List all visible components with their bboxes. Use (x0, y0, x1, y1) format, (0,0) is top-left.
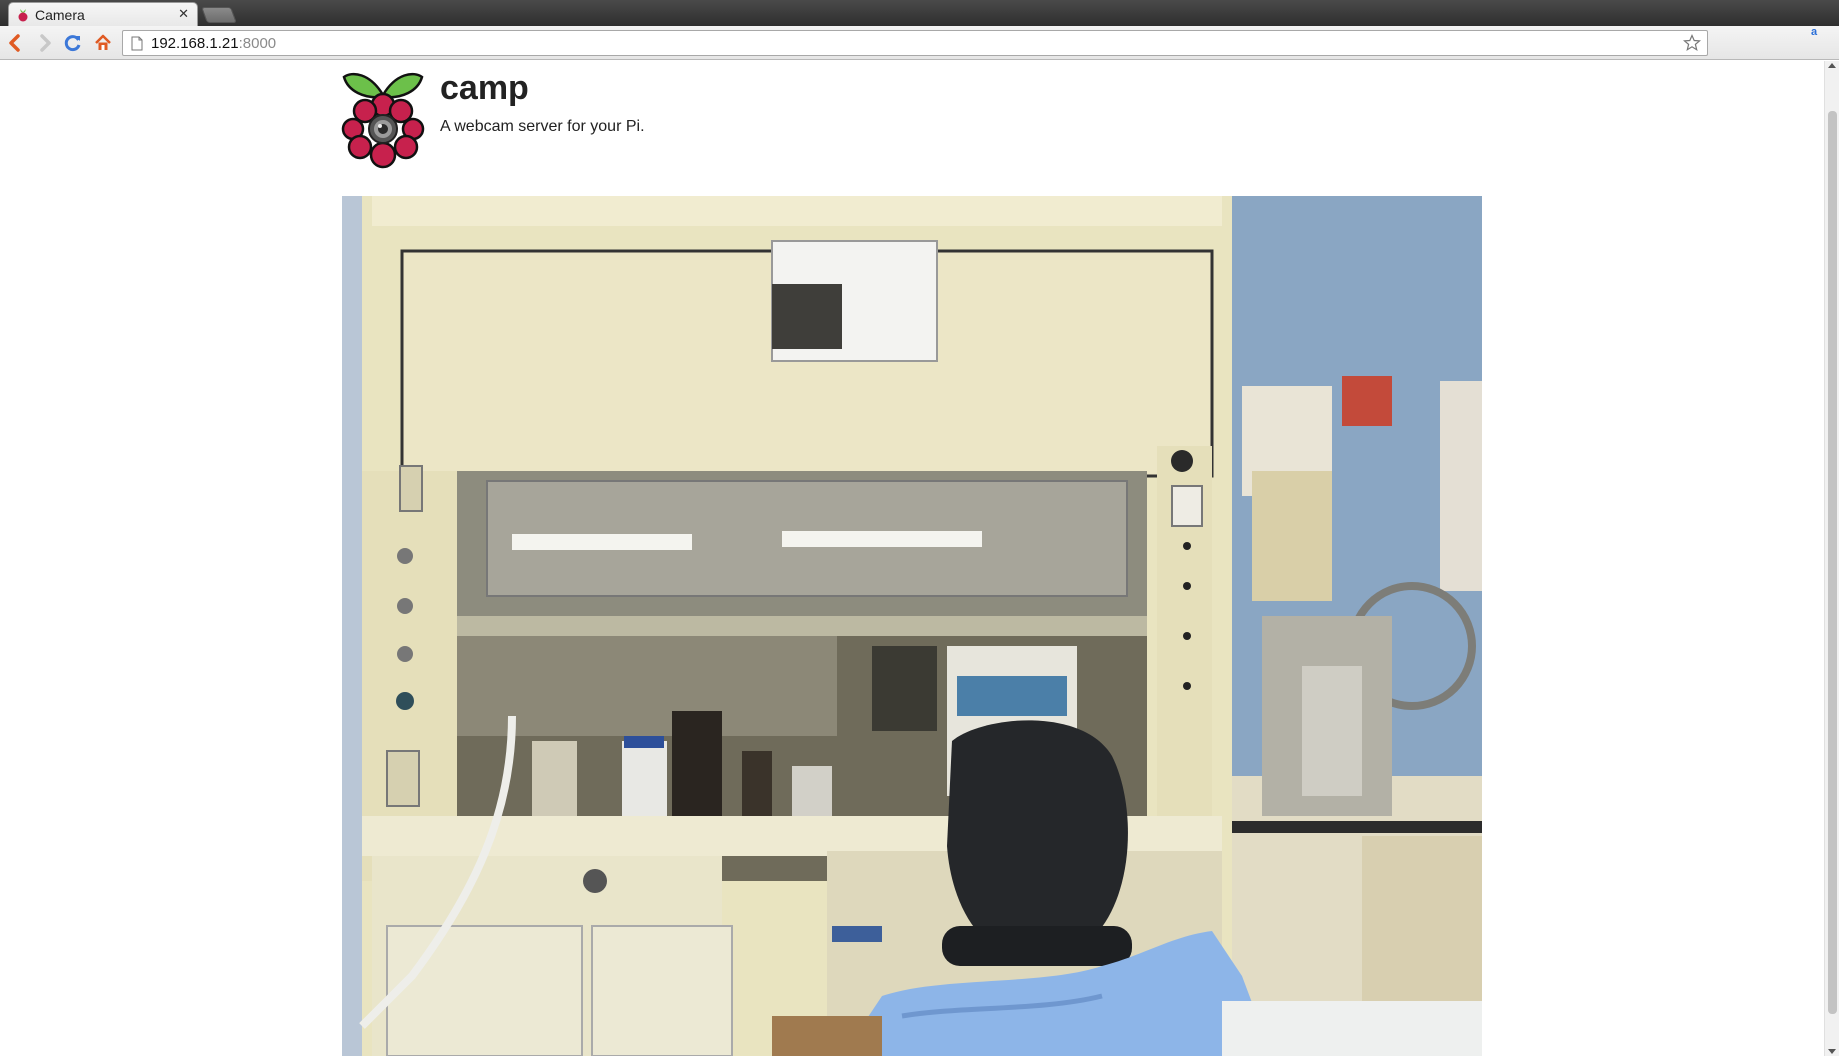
scroll-up-arrow-icon[interactable] (1828, 63, 1836, 68)
arrow-left-icon (9, 34, 20, 52)
new-tab-button[interactable] (201, 7, 237, 23)
webcam-feed-image (342, 196, 1482, 1056)
reload-icon (64, 35, 81, 52)
raspberry-pi-logo (341, 72, 425, 169)
back-button[interactable] (2, 30, 28, 56)
url-host: 192.168.1.21 (151, 34, 239, 52)
scroll-thumb[interactable] (1828, 111, 1837, 1014)
arrow-right-icon (40, 34, 51, 52)
home-icon (95, 34, 111, 50)
raspberry-favicon-icon (18, 8, 28, 21)
browser-toolbar: 192.168.1.21:8000 (0, 26, 1839, 74)
address-bar[interactable]: 192.168.1.21:8000 (122, 30, 1708, 56)
extension-icon[interactable]: a (1811, 26, 1817, 38)
browser-tab[interactable]: Camera ✕ (8, 2, 198, 26)
page-viewport: camp A webcam server for your Pi. (0, 61, 1824, 1056)
forward-button[interactable] (32, 30, 58, 56)
page-tagline: A webcam server for your Pi. (440, 118, 645, 135)
reload-button[interactable] (60, 30, 86, 56)
home-button[interactable] (90, 30, 116, 56)
page-title: camp (440, 69, 529, 107)
url-port: :8000 (238, 34, 277, 52)
webcam-frame-illustration (342, 196, 1482, 1056)
tab-title: Camera (35, 6, 85, 23)
tab-close-icon[interactable]: ✕ (178, 7, 189, 22)
tab-strip: Camera ✕ (0, 0, 1839, 26)
vertical-scrollbar[interactable] (1824, 61, 1839, 1056)
page-icon (131, 36, 143, 50)
scroll-down-arrow-icon[interactable] (1828, 1049, 1836, 1054)
star-icon[interactable] (1683, 34, 1701, 52)
